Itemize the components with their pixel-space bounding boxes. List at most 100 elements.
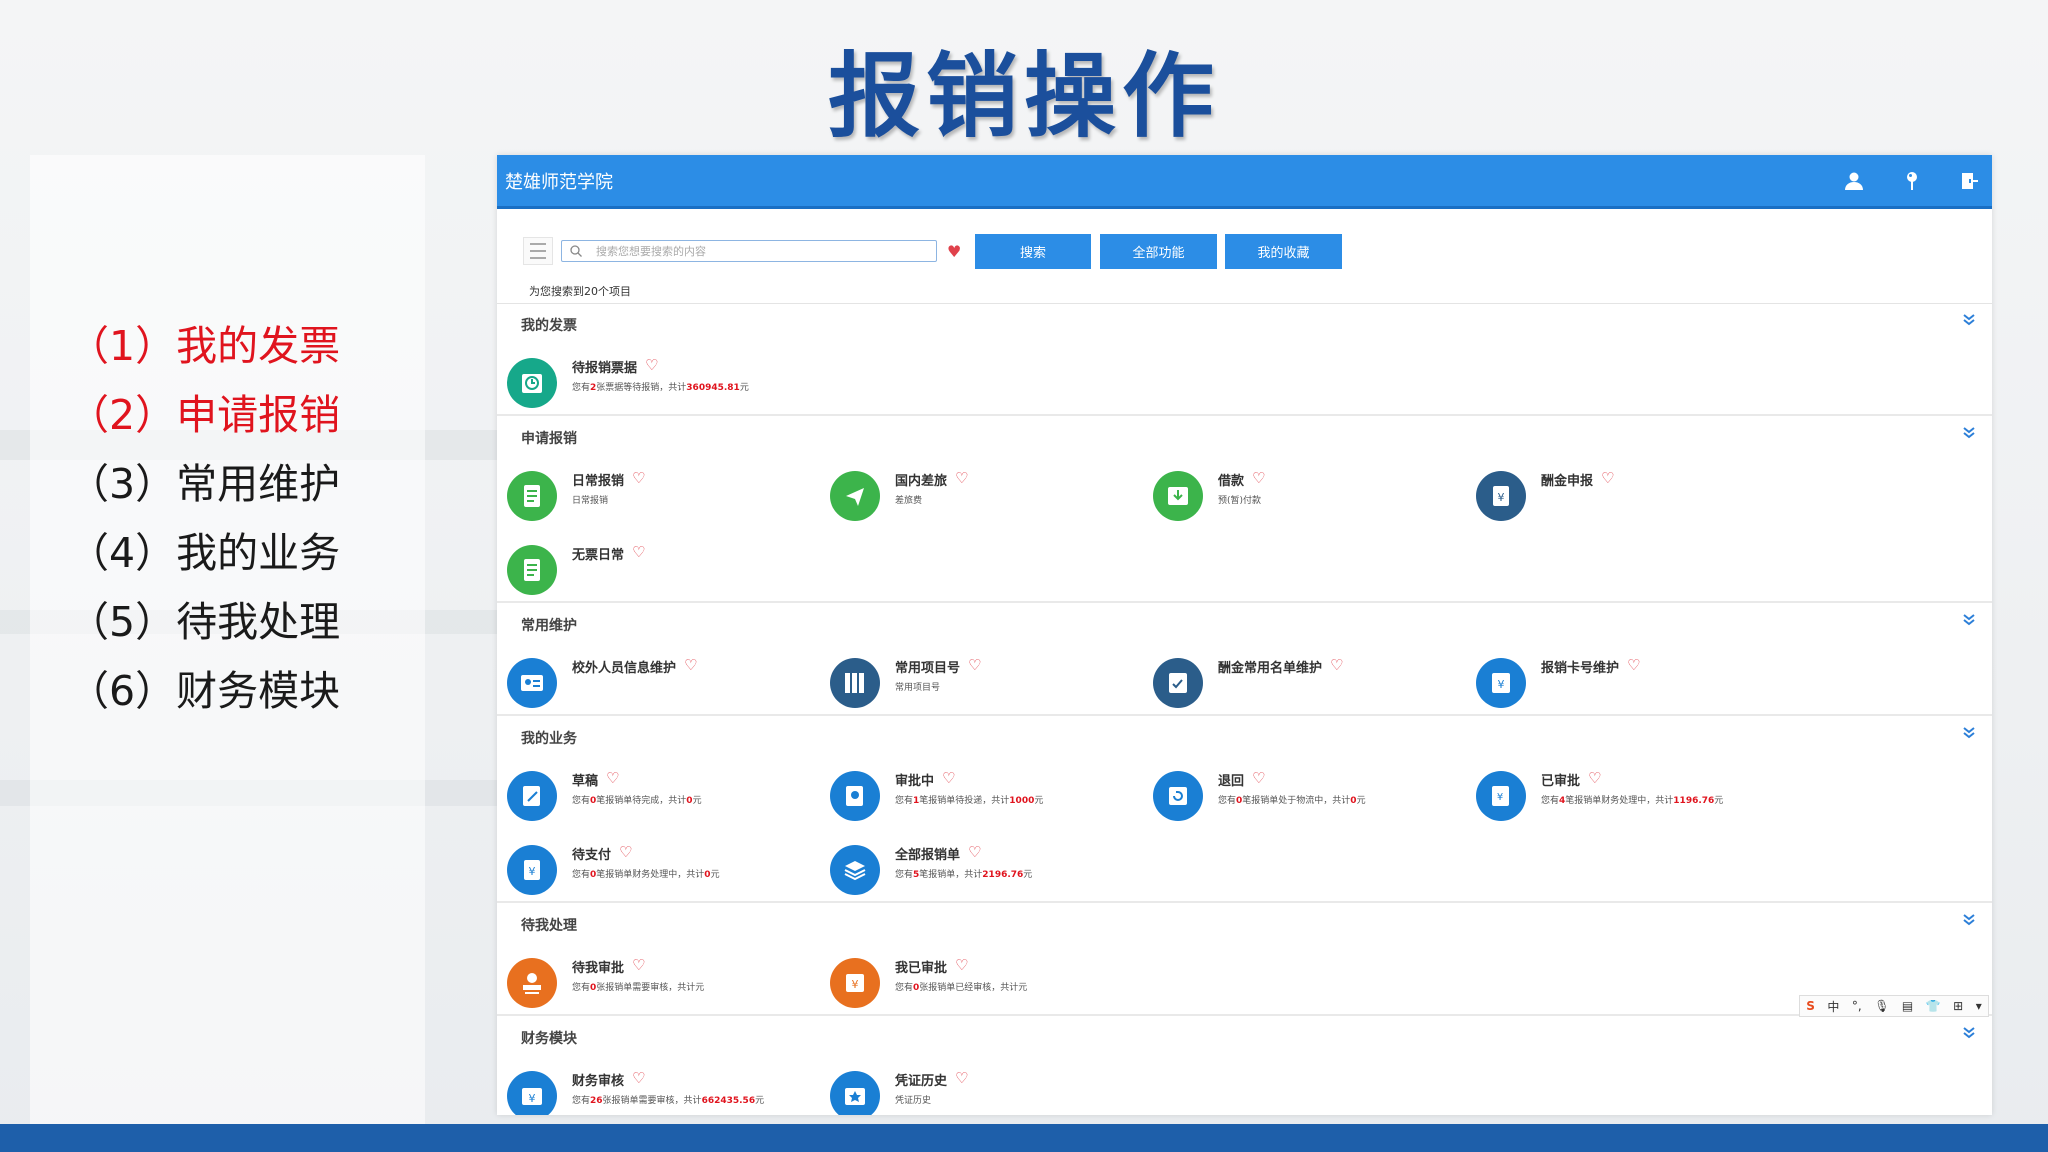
tile-name: 审批中	[895, 774, 935, 789]
ime-toolbar-glyph[interactable]: 👕	[1926, 999, 1941, 1013]
collapse-chevron-icon[interactable]	[1962, 913, 1976, 930]
ime-toolbar-glyph[interactable]: 🎙	[1874, 999, 1889, 1013]
ime-toolbar-glyph[interactable]: ⊞	[1953, 999, 1963, 1013]
function-tile[interactable]: 全部报销单 ♡ 您有5笔报销单，共计2196.76元	[830, 840, 1130, 896]
tile-name: 待我审批	[572, 961, 625, 976]
ime-toolbar-glyph[interactable]: ▾	[1976, 999, 1982, 1013]
function-tile[interactable]: 凭证历史 ♡ 凭证历史	[830, 1066, 1130, 1115]
function-tile[interactable]: 草稿 ♡ 您有0笔报销单待完成，共计0元	[507, 766, 807, 822]
favorite-heart-icon[interactable]: ♥	[947, 242, 961, 261]
favorite-heart-icon[interactable]: ♡	[632, 1069, 645, 1087]
collapse-chevron-icon[interactable]	[1962, 613, 1976, 630]
search-button[interactable]: 搜索	[975, 234, 1091, 269]
search-box	[561, 240, 937, 262]
tile-name: 无票日常	[572, 548, 625, 563]
favorite-heart-icon[interactable]: ♡	[968, 843, 981, 861]
desc-text: 日常报销	[572, 496, 609, 506]
section: 待我处理 待我审批 ♡ 您有0张报销单需要审核，共计元 ¥ 我已审批 ♡ 您有0张报销单已经审…	[497, 903, 1992, 1016]
function-tile[interactable]: 常用项目号 ♡ 常用项目号	[830, 653, 1130, 709]
function-tile[interactable]: 借款 ♡ 预(暂)付款	[1153, 466, 1453, 522]
function-tile[interactable]: 待我审批 ♡ 您有0张报销单需要审核，共计元	[507, 953, 807, 1009]
function-tile[interactable]: 日常报销 ♡ 日常报销	[507, 466, 807, 522]
svg-text:¥: ¥	[529, 865, 536, 878]
tile-name: 财务审核	[572, 1074, 625, 1089]
ime-toolbar-glyph[interactable]: 中	[1827, 998, 1839, 1015]
collapse-chevron-icon[interactable]	[1962, 726, 1976, 743]
checklist-icon	[1153, 658, 1203, 708]
favorite-heart-icon[interactable]: ♡	[632, 469, 645, 487]
collapse-chevron-icon[interactable]	[1962, 313, 1976, 330]
favorite-heart-icon[interactable]: ♡	[955, 469, 968, 487]
favorite-heart-icon[interactable]: ♡	[632, 543, 645, 561]
favorite-heart-icon[interactable]: ♡	[1601, 469, 1614, 487]
favorite-heart-icon[interactable]: ♡	[955, 956, 968, 974]
function-tile[interactable]: ¥ 待支付 ♡ 您有0笔报销单财务处理中，共计0元	[507, 840, 807, 896]
ime-toolbar-glyph[interactable]: °,	[1852, 999, 1862, 1013]
function-tile[interactable]: ¥ 已审批 ♡ 您有4笔报销单财务处理中，共计1196.76元	[1476, 766, 1776, 822]
function-tile[interactable]: 国内差旅 ♡ 差旅费	[830, 466, 1130, 522]
ime-toolbar[interactable]: S 中 °, 🎙 ▤ 👕 ⊞ ▾	[1799, 995, 1989, 1017]
all-functions-button[interactable]: 全部功能	[1100, 234, 1217, 269]
function-tile[interactable]: ¥ 报销卡号维护 ♡	[1476, 653, 1776, 709]
slide-menu: （1）我的发票 （2）申请报销 （3）常用维护 （4）我的业务 （5）待我处理 （6）财务…	[68, 312, 340, 726]
section-title: 常用维护	[521, 618, 577, 634]
function-tile[interactable]: 审批中 ♡ 您有1笔报销单待投递，共计1000元	[830, 766, 1130, 822]
function-tile[interactable]: ¥ 财务审核 ♡ 您有26张报销单需要审核，共计662435.56元	[507, 1066, 807, 1115]
highlight-value: 662435.56	[701, 1096, 756, 1106]
favorite-heart-icon[interactable]: ♡	[955, 1069, 968, 1087]
favorite-heart-icon[interactable]: ♡	[645, 356, 658, 374]
search-icon	[570, 245, 582, 257]
favorite-heart-icon[interactable]: ♡	[968, 656, 981, 674]
function-tile[interactable]: 退回 ♡ 您有0笔报销单处于物流中，共计0元	[1153, 766, 1453, 822]
function-tile[interactable]: 酬金常用名单维护 ♡	[1153, 653, 1453, 709]
favorite-heart-icon[interactable]: ♡	[632, 956, 645, 974]
function-tile[interactable]: ¥ 酬金申报 ♡	[1476, 466, 1776, 522]
favorite-heart-icon[interactable]: ♡	[1252, 769, 1265, 787]
favorite-heart-icon[interactable]: ♡	[1330, 656, 1343, 674]
function-tile[interactable]: ¥ 我已审批 ♡ 您有0张报销单已经审核，共计元	[830, 953, 1130, 1009]
voucher-star-icon	[830, 1071, 880, 1115]
desc-text: 您有	[572, 383, 591, 393]
tile-name: 全部报销单	[895, 848, 961, 863]
desc-text: 差旅费	[895, 496, 923, 506]
search-input[interactable]	[596, 244, 916, 258]
tile-description: 您有0张报销单已经审核，共计元	[895, 980, 1027, 993]
stamp-icon	[507, 958, 557, 1008]
highlight-value: 360945.81	[686, 383, 740, 393]
favorite-heart-icon[interactable]: ♡	[1252, 469, 1265, 487]
favorite-heart-icon[interactable]: ♡	[1588, 769, 1601, 787]
desc-text: 笔报销单财务处理中，共计	[596, 870, 705, 880]
ime-toolbar-glyph[interactable]: ▤	[1902, 999, 1913, 1013]
menu-toggle-button[interactable]	[523, 237, 553, 265]
my-favorites-button[interactable]: 我的收藏	[1225, 234, 1342, 269]
collapse-chevron-icon[interactable]	[1962, 1026, 1976, 1043]
highlight-value: 1196.76	[1673, 796, 1715, 806]
slide-menu-item: （1）我的发票	[68, 322, 341, 370]
app-window: 楚雄师范学院 ♥ 搜索 全部功能 我的收藏 为您搜索到20个项目 我的发票待报销…	[497, 155, 1992, 1115]
ime-toolbar-glyph[interactable]: S	[1806, 999, 1815, 1013]
logout-icon[interactable]	[1956, 167, 1984, 195]
favorite-heart-icon[interactable]: ♡	[1627, 656, 1640, 674]
slide-menu-item: （2）申请报销	[68, 391, 341, 439]
tile-name: 退回	[1218, 774, 1245, 789]
favorite-heart-icon[interactable]: ♡	[942, 769, 955, 787]
yuan-folder-icon: ¥	[507, 1071, 557, 1115]
favorite-heart-icon[interactable]: ♡	[606, 769, 619, 787]
function-tile[interactable]: 待报销票据 ♡ 您有2张票据等待报销，共计360945.81元	[507, 353, 807, 409]
desc-text: 您有	[1218, 796, 1237, 806]
tile-description: 您有4笔报销单财务处理中，共计1196.76元	[1541, 793, 1723, 806]
function-tile[interactable]: 校外人员信息维护 ♡	[507, 653, 807, 709]
favorite-heart-icon[interactable]: ♡	[619, 843, 632, 861]
user-icon[interactable]	[1840, 167, 1868, 195]
return-icon	[1153, 771, 1203, 821]
location-pin-icon[interactable]	[1898, 167, 1926, 195]
collapse-chevron-icon[interactable]	[1962, 426, 1976, 443]
desc-text: 常用项目号	[895, 683, 941, 693]
tile-description: 凭证历史	[895, 1093, 931, 1106]
desc-text: 元	[1023, 870, 1033, 880]
highlight-value: 1000	[1009, 796, 1035, 806]
function-tile[interactable]: 无票日常 ♡	[507, 540, 807, 596]
tile-name: 借款	[1218, 474, 1245, 489]
tile-name: 待支付	[572, 848, 612, 863]
favorite-heart-icon[interactable]: ♡	[684, 656, 697, 674]
